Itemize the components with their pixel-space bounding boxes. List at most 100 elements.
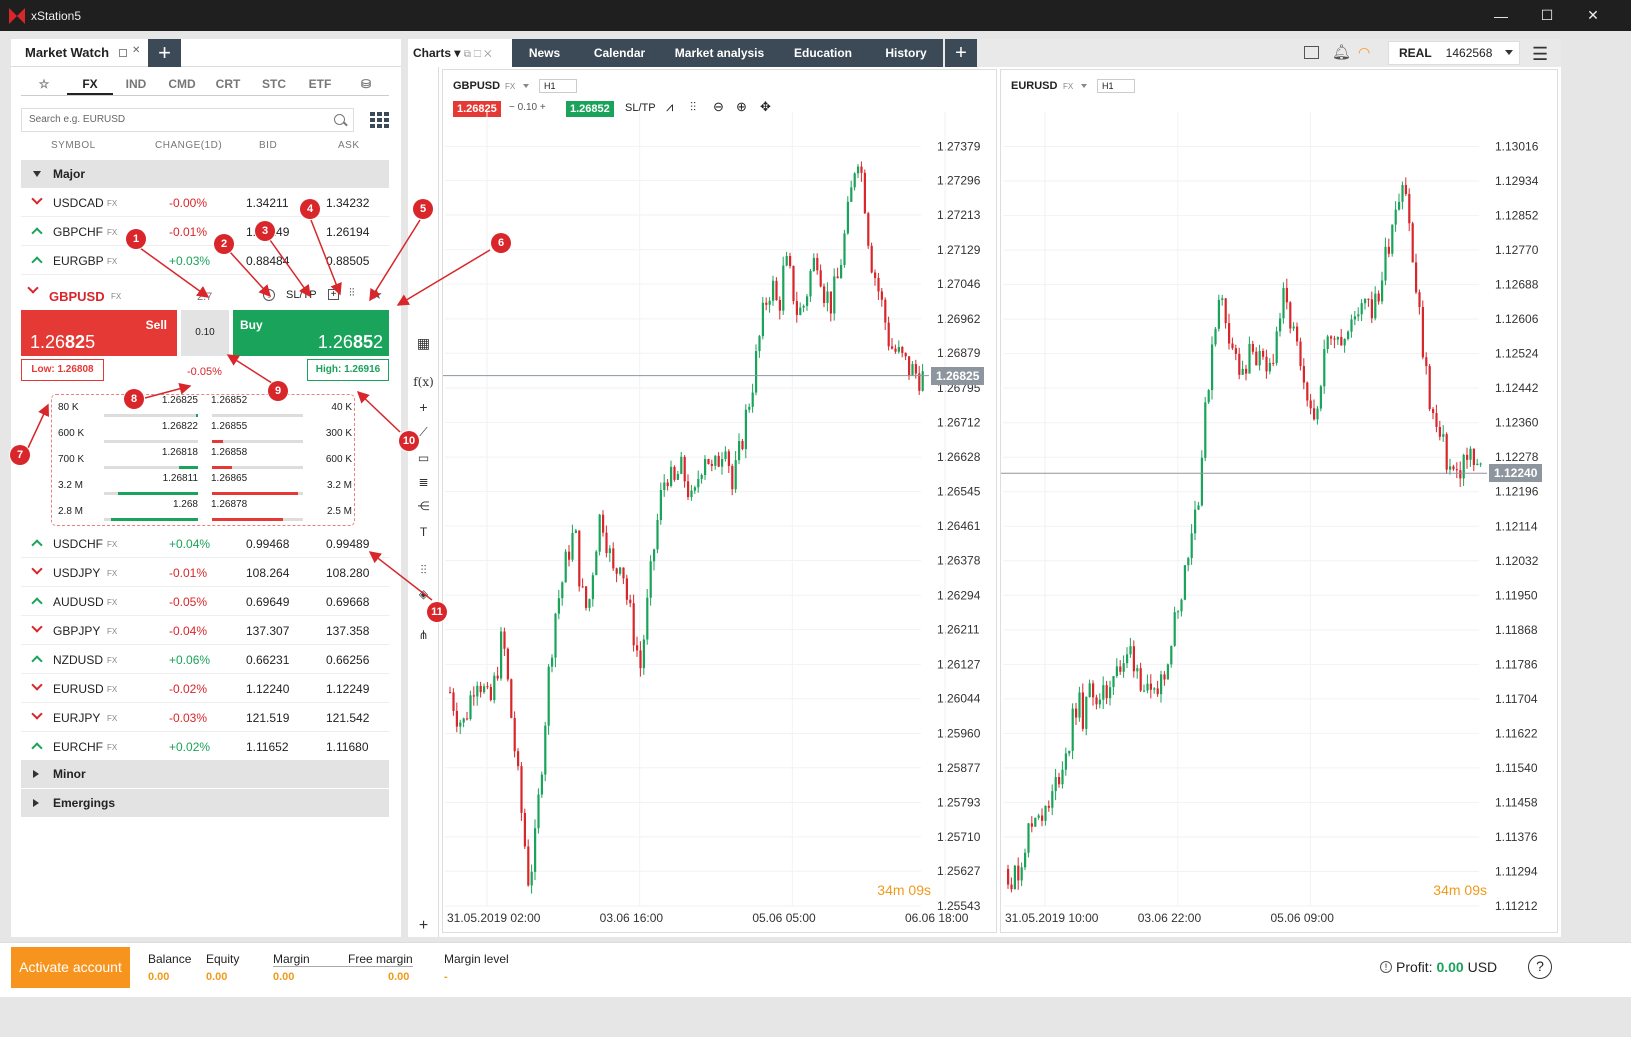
- chevron-up-icon[interactable]: [31, 227, 43, 239]
- chevron-down-icon[interactable]: [31, 621, 43, 633]
- text-icon[interactable]: T: [408, 525, 439, 539]
- tab-calendar[interactable]: Calendar: [577, 39, 662, 67]
- signal-icon[interactable]: ◠: [1358, 44, 1370, 61]
- instrument-row[interactable]: GBPCHFFX-0.01%1.261491.26194: [21, 217, 389, 246]
- favorite-star-icon[interactable]: ★: [371, 287, 383, 303]
- chart-icon[interactable]: ⫶⫶: [349, 287, 355, 300]
- bid-value[interactable]: 137.307: [246, 624, 289, 638]
- chevron-down-icon[interactable]: [31, 679, 43, 691]
- bid-value[interactable]: 1.11652: [246, 740, 289, 754]
- chevron-down-icon[interactable]: [31, 193, 43, 205]
- bid-value[interactable]: 0.69649: [246, 595, 289, 609]
- indicators-icon[interactable]: f(x): [408, 375, 439, 389]
- category-tab[interactable]: ETF: [297, 72, 343, 95]
- close-tab-icon[interactable]: ✕: [132, 45, 140, 56]
- ask-value[interactable]: 1.26194: [326, 225, 369, 239]
- group-minor[interactable]: Minor: [21, 760, 389, 788]
- ask-value[interactable]: 121.542: [326, 711, 369, 725]
- col-bid[interactable]: BID: [259, 140, 277, 151]
- sltp-button[interactable]: SL/TP: [286, 289, 317, 301]
- add-tab-button[interactable]: +: [945, 39, 977, 67]
- category-tab[interactable]: CRT: [205, 72, 251, 95]
- instrument-row[interactable]: GBPJPY FX -0.04% 137.307 137.358: [21, 616, 389, 645]
- layers-icon[interactable]: ◈: [408, 587, 439, 601]
- chevron-down-icon[interactable]: [31, 708, 43, 720]
- instrument-row[interactable]: NZDUSD FX +0.06% 0.66231 0.66256: [21, 645, 389, 674]
- instrument-row[interactable]: EURCHF FX +0.02% 1.11652 1.11680: [21, 732, 389, 761]
- category-tab[interactable]: STC: [251, 72, 297, 95]
- info-icon[interactable]: !: [1380, 961, 1392, 973]
- bid-value[interactable]: 0.66231: [246, 653, 289, 667]
- category-tab[interactable]: FX: [67, 72, 113, 95]
- layout-icon[interactable]: [1304, 46, 1319, 59]
- bid-value[interactable]: 0.88484: [246, 254, 289, 268]
- search-input[interactable]: Search e.g. EURUSD: [21, 108, 354, 132]
- chevron-up-icon[interactable]: [31, 655, 43, 667]
- popout-icon[interactable]: [119, 49, 127, 57]
- instrument-row[interactable]: EURUSD FX -0.02% 1.12240 1.12249: [21, 674, 389, 703]
- chevron-down-icon[interactable]: [27, 282, 39, 294]
- instrument-row[interactable]: AUDUSD FX -0.05% 0.69649 0.69668: [21, 587, 389, 616]
- chevron-up-icon[interactable]: [31, 256, 43, 268]
- chevron-up-icon[interactable]: [31, 597, 43, 609]
- group-major[interactable]: Major: [21, 160, 389, 188]
- ask-value[interactable]: 0.99489: [326, 537, 369, 551]
- share-icon[interactable]: ⋔: [408, 628, 439, 642]
- market-watch-title[interactable]: Market Watch: [11, 45, 123, 60]
- chart-eurusd[interactable]: EURUSD FX H1 1.13016 1.12934 1.12852 1.1277…: [1000, 69, 1558, 933]
- tab-news[interactable]: News: [512, 39, 577, 67]
- maximize-button[interactable]: ☐: [1524, 0, 1570, 31]
- bid-value[interactable]: 121.519: [246, 711, 289, 725]
- chart-gbpusd[interactable]: GBPUSD FX H1 1.26825 − 0.10 + 1.26852 SL…: [442, 69, 997, 933]
- bid-value[interactable]: 1.12240: [246, 682, 289, 696]
- layouts-icon[interactable]: ▦: [408, 335, 439, 352]
- bell-icon[interactable]: 🔔︎: [1332, 43, 1351, 61]
- bid-value[interactable]: 0.99468: [246, 537, 289, 551]
- category-tab[interactable]: IND: [113, 72, 159, 95]
- col-ask[interactable]: ASK: [338, 140, 360, 151]
- candle-type-icon[interactable]: ⫶⫶: [408, 563, 439, 578]
- expanded-symbol[interactable]: GBPUSD: [49, 289, 105, 304]
- add-order-icon[interactable]: +: [328, 289, 339, 300]
- instrument-row[interactable]: USDJPY FX -0.01% 108.264 108.280: [21, 558, 389, 587]
- crosshair-icon[interactable]: +: [408, 399, 439, 415]
- chevron-down-icon[interactable]: [31, 563, 43, 575]
- category-tab[interactable]: CMD: [159, 72, 205, 95]
- chevron-up-icon[interactable]: [31, 539, 43, 551]
- instrument-row[interactable]: USDCHF FX +0.04% 0.99468 0.99489: [21, 529, 389, 558]
- sell-button[interactable]: Sell 1.26825: [21, 310, 177, 356]
- ask-value[interactable]: 137.358: [326, 624, 369, 638]
- tab-history[interactable]: History: [869, 39, 943, 67]
- help-button[interactable]: ?: [1528, 955, 1552, 979]
- category-tab[interactable]: ⛁: [343, 72, 389, 95]
- pitchfork-icon[interactable]: ⋲: [408, 499, 439, 513]
- col-symbol[interactable]: SYMBOL: [51, 140, 96, 151]
- chevron-up-icon[interactable]: [31, 742, 43, 754]
- buy-button[interactable]: Buy 1.26852: [233, 310, 389, 356]
- close-button[interactable]: ✕: [1570, 0, 1616, 31]
- fibonacci-icon[interactable]: ≣: [408, 475, 439, 489]
- instrument-row[interactable]: EURJPY FX -0.03% 121.519 121.542: [21, 703, 389, 732]
- ask-value[interactable]: 1.12249: [326, 682, 369, 696]
- ask-value[interactable]: 108.280: [326, 566, 369, 580]
- minimize-button[interactable]: —: [1478, 0, 1524, 31]
- ask-value[interactable]: 1.34232: [326, 196, 369, 210]
- tab-education[interactable]: Education: [777, 39, 869, 67]
- ask-value[interactable]: 0.69668: [326, 595, 369, 609]
- ask-value[interactable]: 0.66256: [326, 653, 369, 667]
- info-icon[interactable]: !: [263, 289, 275, 301]
- volume-input[interactable]: 0.10: [181, 310, 229, 356]
- col-change[interactable]: CHANGE(1D): [155, 140, 222, 151]
- tab-charts[interactable]: Charts ▾ ⧉ ☐ ✕: [408, 39, 512, 67]
- account-selector[interactable]: REAL 1462568: [1388, 41, 1520, 65]
- rectangle-icon[interactable]: ▭: [408, 451, 439, 465]
- tab-market-analysis[interactable]: Market analysis: [662, 39, 777, 67]
- grid-view-icon[interactable]: [370, 112, 389, 128]
- activate-account-button[interactable]: Activate account: [11, 947, 130, 988]
- add-panel-button[interactable]: +: [148, 39, 181, 67]
- category-tab[interactable]: ☆: [21, 72, 67, 95]
- hamburger-menu-icon[interactable]: ☰: [1532, 44, 1548, 65]
- instrument-row[interactable]: USDCAD FX -0.00% 1.34211 1.34232: [21, 188, 389, 217]
- group-emergings[interactable]: Emergings: [21, 789, 389, 817]
- instrument-row[interactable]: EURGBP FX +0.03% 0.88484 0.88505: [21, 246, 389, 275]
